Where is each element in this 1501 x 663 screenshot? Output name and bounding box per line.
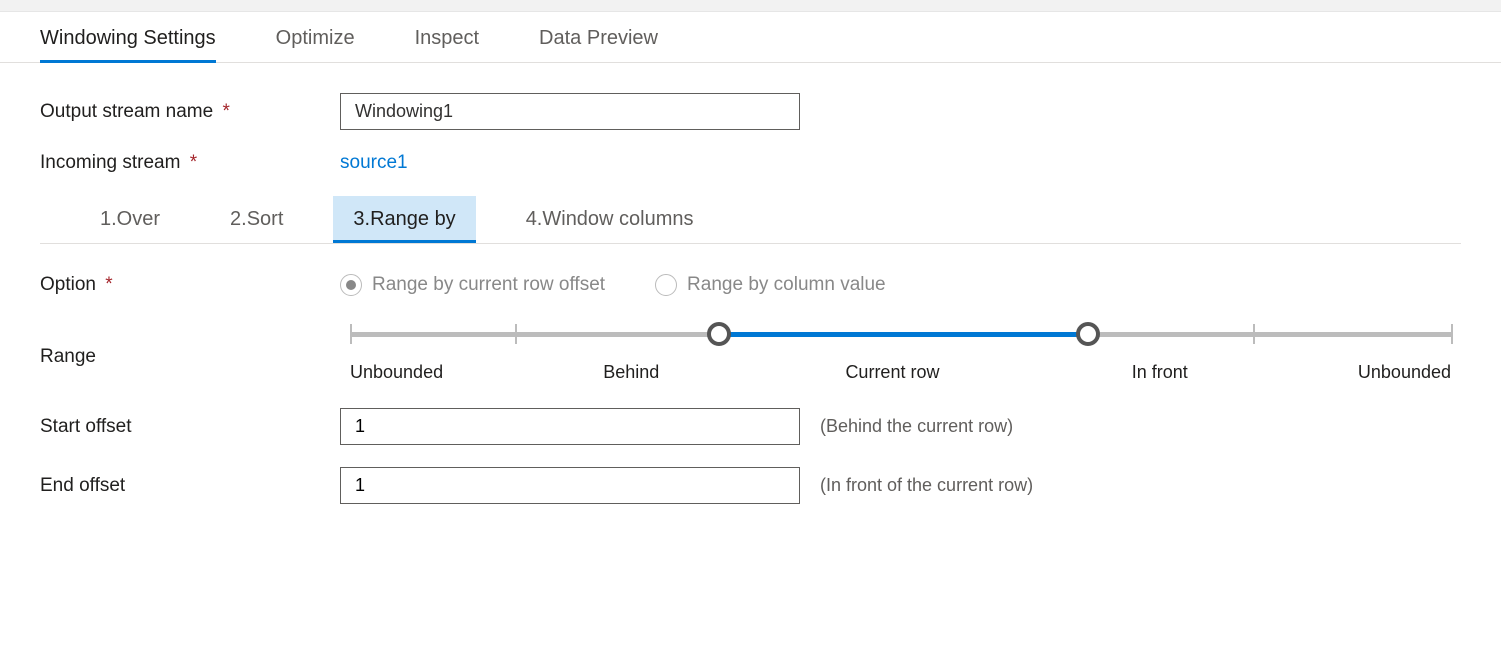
- required-marker: *: [222, 101, 229, 122]
- start-offset-hint: (Behind the current row): [820, 416, 1013, 437]
- label-option: Option *: [40, 274, 340, 296]
- label-incoming-stream: Incoming stream *: [40, 152, 340, 174]
- subtab-over[interactable]: 1.Over: [80, 196, 180, 243]
- slider-tick: [1253, 324, 1255, 344]
- slider-label-unbounded-right: Unbounded: [1358, 362, 1451, 383]
- subtab-window-columns[interactable]: 4.Window columns: [506, 196, 714, 243]
- slider-tick: [1451, 324, 1453, 344]
- option-radio-group: Range by current row offset Range by col…: [340, 274, 886, 296]
- label-range: Range: [40, 318, 340, 368]
- radio-icon: [340, 274, 362, 296]
- row-start-offset: Start offset (Behind the current row): [40, 408, 1461, 445]
- slider-track: [350, 322, 1451, 362]
- end-offset-input[interactable]: [340, 467, 800, 504]
- radio-label-offset: Range by current row offset: [372, 274, 605, 296]
- radio-range-by-offset[interactable]: Range by current row offset: [340, 274, 605, 296]
- slider-handle-end[interactable]: [1076, 322, 1100, 346]
- main-tabs: Windowing Settings Optimize Inspect Data…: [0, 12, 1501, 63]
- label-output-stream: Output stream name *: [40, 101, 340, 123]
- slider-tick: [350, 324, 352, 344]
- label-option-text: Option: [40, 274, 96, 295]
- label-incoming-stream-text: Incoming stream: [40, 152, 180, 173]
- required-marker: *: [105, 274, 112, 295]
- top-strip: [0, 0, 1501, 12]
- tab-windowing-settings[interactable]: Windowing Settings: [40, 27, 216, 62]
- slider-label-behind: Behind: [603, 362, 659, 383]
- range-slider[interactable]: Unbounded Behind Current row In front Un…: [340, 318, 1461, 386]
- sub-tabs: 1.Over 2.Sort 3.Range by 4.Window column…: [40, 196, 1461, 244]
- radio-label-column: Range by column value: [687, 274, 886, 296]
- slider-handle-start[interactable]: [707, 322, 731, 346]
- start-offset-input[interactable]: [340, 408, 800, 445]
- radio-range-by-column[interactable]: Range by column value: [655, 274, 886, 296]
- subtab-sort[interactable]: 2.Sort: [210, 196, 303, 243]
- label-output-stream-text: Output stream name: [40, 101, 213, 122]
- content-pane: Output stream name * Incoming stream * s…: [0, 63, 1501, 566]
- slider-labels: Unbounded Behind Current row In front Un…: [350, 362, 1451, 386]
- tab-optimize[interactable]: Optimize: [276, 27, 355, 62]
- row-output-stream: Output stream name *: [40, 93, 1461, 130]
- slider-label-current-row: Current row: [845, 362, 939, 383]
- slider-label-in-front: In front: [1132, 362, 1188, 383]
- subtab-range-by[interactable]: 3.Range by: [333, 196, 475, 243]
- output-stream-input[interactable]: [340, 93, 800, 130]
- slider-label-unbounded-left: Unbounded: [350, 362, 443, 383]
- row-option: Option * Range by current row offset Ran…: [40, 274, 1461, 296]
- tab-inspect[interactable]: Inspect: [415, 27, 479, 62]
- row-end-offset: End offset (In front of the current row): [40, 467, 1461, 504]
- label-end-offset: End offset: [40, 475, 340, 497]
- end-offset-hint: (In front of the current row): [820, 475, 1033, 496]
- slider-tick: [515, 324, 517, 344]
- tab-data-preview[interactable]: Data Preview: [539, 27, 658, 62]
- label-start-offset: Start offset: [40, 416, 340, 438]
- incoming-stream-link[interactable]: source1: [340, 152, 408, 174]
- radio-icon: [655, 274, 677, 296]
- row-incoming-stream: Incoming stream * source1: [40, 152, 1461, 174]
- slider-track-fill: [719, 332, 1088, 337]
- required-marker: *: [190, 152, 197, 173]
- row-range: Range Unbounded Behind Current row In fr…: [40, 318, 1461, 386]
